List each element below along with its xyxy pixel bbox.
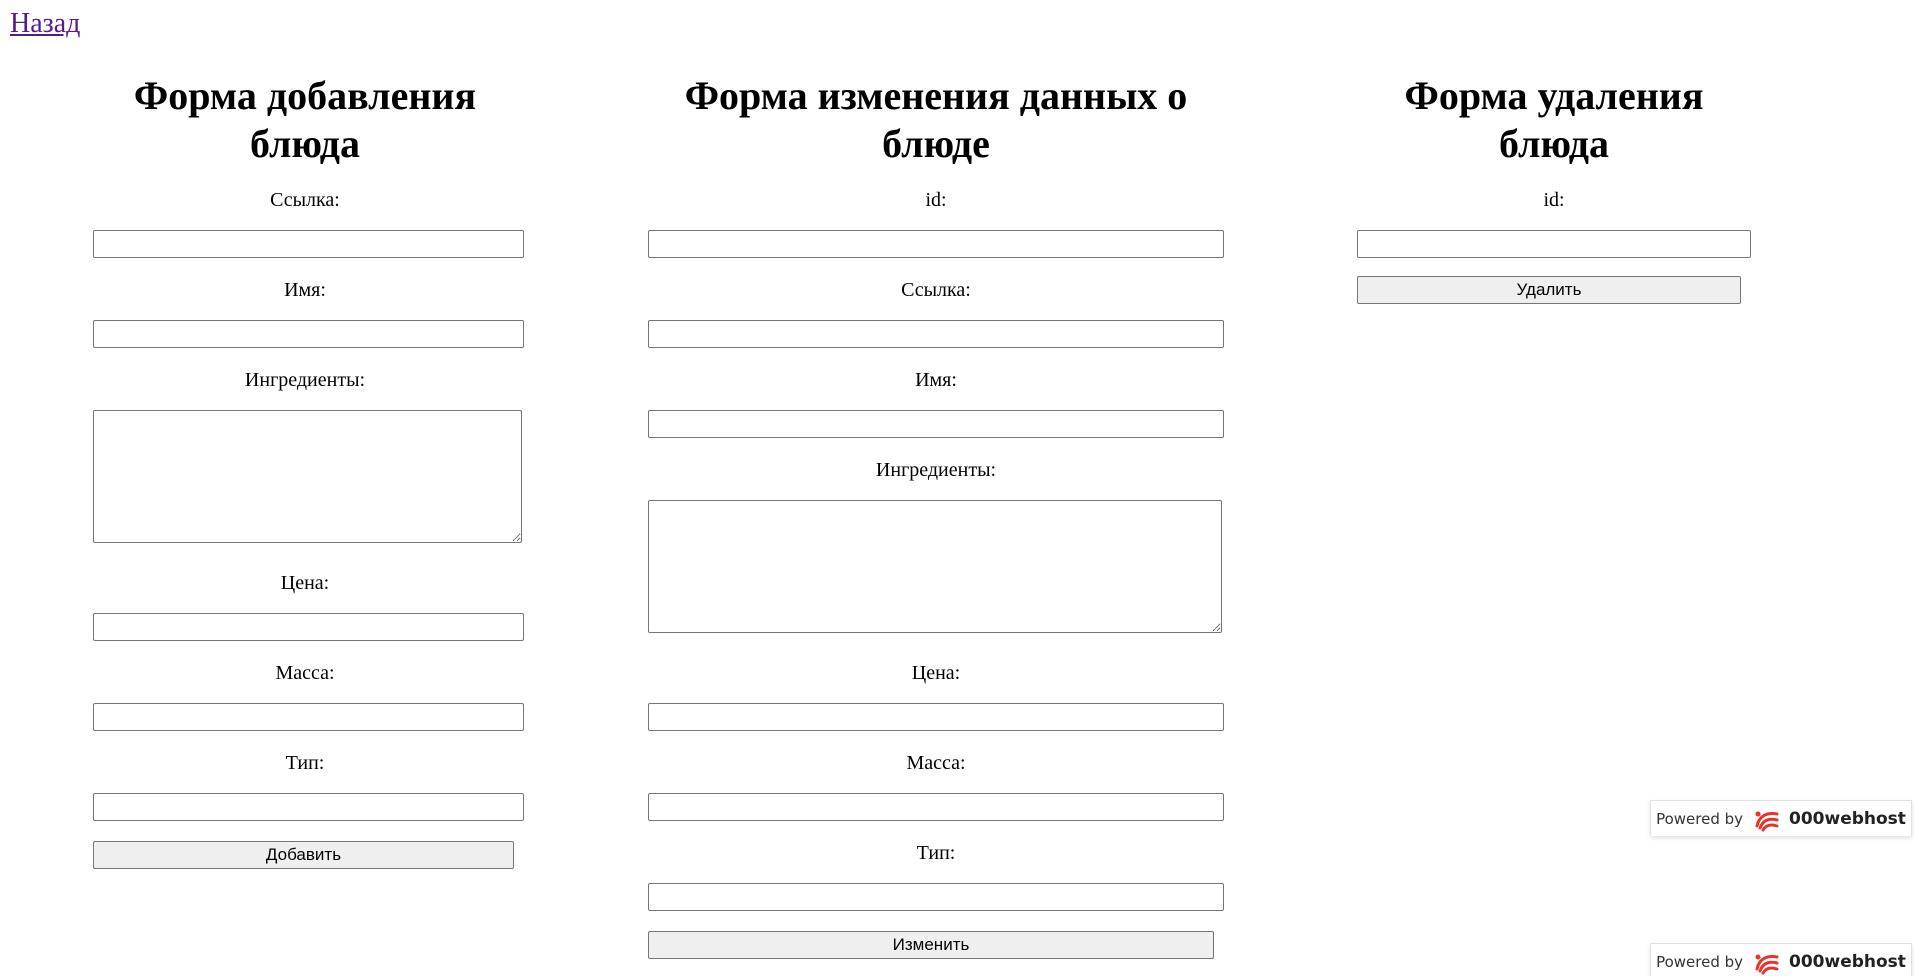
delete-button[interactable]: Удалить	[1357, 276, 1741, 304]
powered-by-badge[interactable]: Powered by 000webhost	[1650, 943, 1912, 976]
page: Назад Форма добавления блюда Ссылка: Имя…	[0, 0, 1920, 976]
edit-ingredients-textarea[interactable]	[648, 500, 1222, 633]
back-link[interactable]: Назад	[10, 8, 80, 40]
edit-mass-label: Масса:	[906, 752, 966, 774]
delete-dish-form: Форма удаления блюда id: Удалить	[1357, 72, 1751, 304]
edit-dish-form: Форма изменения данных о блюде id: Ссылк…	[648, 72, 1224, 959]
edit-type-label: Тип:	[916, 842, 956, 864]
brand-name: 000webhost	[1789, 951, 1906, 972]
powered-by-text: Powered by	[1656, 809, 1744, 828]
delete-id-label: id:	[1543, 189, 1565, 211]
edit-name-label: Имя:	[915, 369, 957, 391]
edit-price-label: Цена:	[911, 662, 961, 684]
add-name-input[interactable]	[93, 320, 524, 348]
delete-id-input[interactable]	[1357, 230, 1751, 258]
add-type-input[interactable]	[93, 793, 524, 821]
edit-id-label: id:	[925, 189, 947, 211]
add-mass-label: Масса:	[275, 662, 335, 684]
add-mass-input[interactable]	[93, 703, 524, 731]
edit-form-title: Форма изменения данных о блюде	[684, 73, 1188, 166]
000webhost-logo-icon	[1751, 806, 1783, 832]
add-form-title: Форма добавления блюда	[133, 73, 477, 166]
edit-mass-input[interactable]	[648, 793, 1224, 821]
delete-form-title: Форма удаления блюда	[1404, 73, 1704, 166]
add-ingredients-textarea[interactable]	[93, 410, 522, 543]
add-type-label: Тип:	[285, 752, 325, 774]
edit-name-input[interactable]	[648, 410, 1224, 438]
add-link-label: Ссылка:	[270, 189, 340, 211]
edit-button[interactable]: Изменить	[648, 931, 1214, 959]
add-name-label: Имя:	[284, 279, 326, 301]
add-price-label: Цена:	[280, 572, 330, 594]
brand-name: 000webhost	[1789, 808, 1906, 829]
add-button[interactable]: Добавить	[93, 841, 514, 869]
edit-id-input[interactable]	[648, 230, 1224, 258]
000webhost-logo-icon	[1751, 949, 1783, 975]
add-ingredients-label: Ингредиенты:	[244, 369, 366, 391]
edit-ingredients-label: Ингредиенты:	[875, 459, 997, 481]
powered-by-badge[interactable]: Powered by 000webhost	[1650, 800, 1912, 836]
edit-price-input[interactable]	[648, 703, 1224, 731]
edit-link-label: Ссылка:	[901, 279, 971, 301]
add-price-input[interactable]	[93, 613, 524, 641]
edit-link-input[interactable]	[648, 320, 1224, 348]
edit-type-input[interactable]	[648, 883, 1224, 911]
add-link-input[interactable]	[93, 230, 524, 258]
add-dish-form: Форма добавления блюда Ссылка: Имя: Ингр…	[93, 72, 524, 869]
powered-by-text: Powered by	[1656, 952, 1744, 971]
